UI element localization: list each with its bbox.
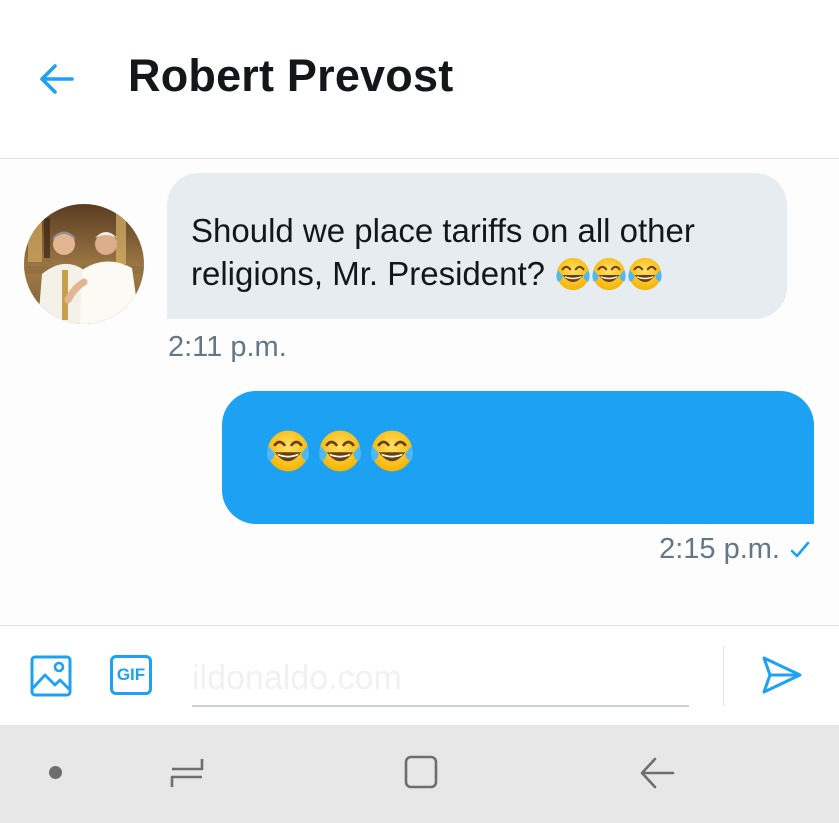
message-timestamp: 2:11 p.m. bbox=[168, 331, 287, 363]
incoming-message-bubble[interactable]: Should we place tariffs on all other rel… bbox=[167, 173, 787, 319]
face-with-tears-of-joy-icon bbox=[316, 427, 364, 475]
face-with-tears-of-joy-icon bbox=[554, 255, 592, 293]
face-with-tears-of-joy-icon bbox=[368, 427, 416, 475]
dot-icon[interactable] bbox=[49, 766, 62, 779]
send-button[interactable] bbox=[760, 653, 804, 697]
back-icon bbox=[640, 757, 675, 789]
add-photo-button[interactable] bbox=[29, 654, 73, 698]
composer-divider bbox=[723, 646, 724, 706]
message-text-line-1: Should we place tariffs on all other bbox=[191, 212, 695, 249]
recents-icon bbox=[170, 759, 204, 787]
message-text-line-2: religions, Mr. President? bbox=[191, 252, 763, 295]
back-button[interactable] bbox=[34, 57, 78, 101]
system-navigation-bar bbox=[0, 725, 839, 823]
system-back-button[interactable] bbox=[637, 752, 677, 794]
home-icon bbox=[404, 755, 438, 789]
message-list: Should we place tariffs on all other rel… bbox=[0, 159, 839, 625]
image-icon bbox=[30, 655, 72, 697]
outgoing-message-bubble[interactable] bbox=[222, 391, 814, 524]
message-timestamp: 2:15 p.m. bbox=[659, 533, 780, 565]
emoji-group bbox=[264, 427, 814, 475]
conversation-title: Robert Prevost bbox=[128, 50, 454, 101]
message-text: religions, Mr. President? bbox=[191, 255, 545, 292]
message-input[interactable] bbox=[192, 651, 689, 707]
emoji-group bbox=[554, 255, 664, 292]
message-timestamp-outgoing: 2:15 p.m. bbox=[659, 533, 810, 566]
check-icon bbox=[790, 541, 810, 557]
gif-button[interactable]: GIF bbox=[110, 655, 152, 695]
message-composer: GIF bbox=[0, 625, 839, 726]
arrow-left-icon bbox=[40, 64, 74, 94]
conversation-header: Robert Prevost bbox=[0, 0, 839, 159]
send-icon bbox=[762, 656, 802, 694]
dm-screen: Robert Prevost Should we place tariffs o… bbox=[0, 0, 839, 823]
recents-button[interactable] bbox=[168, 753, 206, 793]
face-with-tears-of-joy-icon bbox=[626, 255, 664, 293]
avatar[interactable] bbox=[24, 204, 144, 324]
home-button[interactable] bbox=[403, 754, 439, 790]
face-with-tears-of-joy-icon bbox=[264, 427, 312, 475]
avatar-photo bbox=[24, 204, 144, 324]
face-with-tears-of-joy-icon bbox=[590, 255, 628, 293]
